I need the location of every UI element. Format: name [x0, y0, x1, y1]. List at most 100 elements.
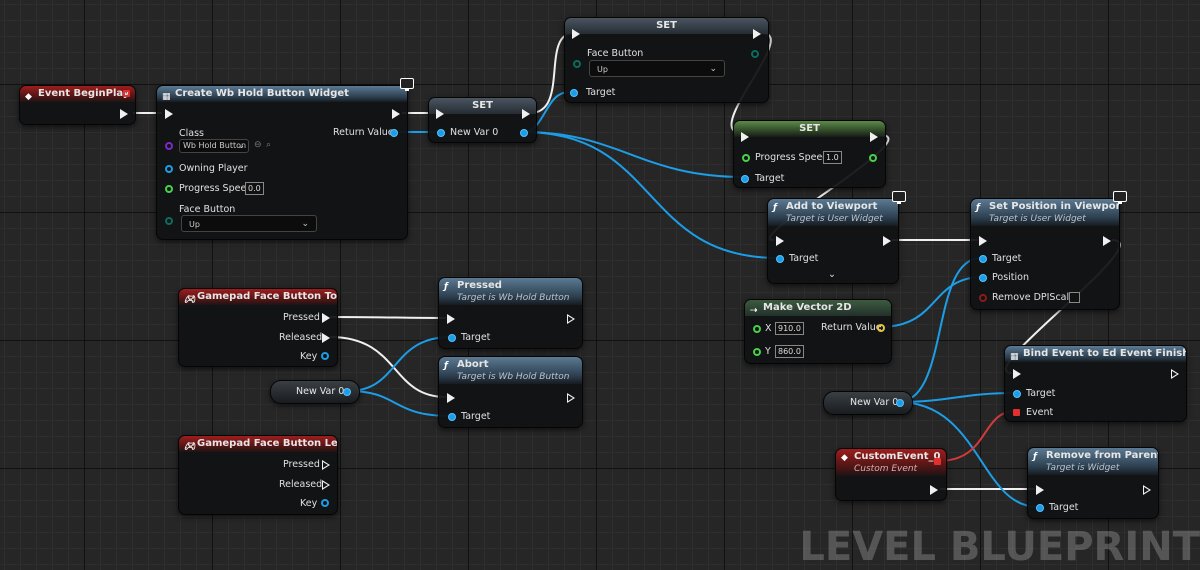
exec-out-pin[interactable] — [930, 485, 938, 495]
new-var-in-pin[interactable] — [437, 129, 445, 137]
key-pin[interactable] — [321, 352, 329, 360]
new-var-out-pin[interactable] — [520, 129, 528, 137]
browse-icon[interactable]: ⊖ — [254, 140, 262, 150]
target-label: Target — [1026, 388, 1056, 399]
set-variable-node[interactable]: SET New Var 0 — [428, 97, 537, 143]
event-beginplay-node[interactable]: ◆ Event BeginPlay — [19, 85, 136, 125]
custom-event-node[interactable]: ◆ CustomEvent_0 Custom Event — [835, 448, 947, 501]
exec-in-pin[interactable] — [447, 393, 455, 403]
y-pin[interactable] — [753, 348, 761, 356]
chevron-down-icon: ⌄ — [237, 141, 245, 151]
pressed-exec-pin[interactable] — [322, 460, 330, 470]
gamepad-face-button-left-node[interactable]: 🎮︎ Gamepad Face Button Left Pressed Relea… — [178, 435, 338, 515]
add-to-viewport-node[interactable]: ƒ Add to Viewport Target is User Widget Ta… — [767, 198, 899, 284]
expand-arrow-icon[interactable]: ⌄ — [828, 269, 836, 281]
exec-in-pin[interactable] — [1036, 485, 1044, 495]
node-header: SET — [565, 18, 768, 34]
face-button-in-pin[interactable] — [573, 60, 581, 68]
return-value-pin[interactable] — [877, 324, 885, 332]
progress-speed-out-pin[interactable] — [869, 154, 877, 162]
exec-out-pin[interactable] — [567, 314, 575, 324]
function-icon: ƒ — [444, 361, 448, 371]
target-pin[interactable] — [1013, 390, 1021, 398]
exec-out-pin[interactable] — [392, 109, 400, 119]
exec-out-pin[interactable] — [522, 109, 530, 119]
remove-dpi-pin[interactable] — [979, 294, 987, 302]
pressed-exec-pin[interactable] — [322, 313, 330, 323]
remove-from-parent-node[interactable]: ƒ Remove from Parent Target is Widget Targ… — [1027, 447, 1159, 519]
released-exec-pin[interactable] — [322, 333, 330, 343]
target-pin[interactable] — [448, 413, 456, 421]
bind-event-node[interactable]: ▦ Bind Event to Ed Event Finished Target … — [1004, 345, 1187, 422]
remove-dpi-checkbox[interactable] — [1069, 292, 1080, 303]
owning-player-pin[interactable] — [165, 165, 173, 173]
node-title: Gamepad Face Button Left — [197, 438, 337, 449]
target-pin[interactable] — [979, 255, 987, 263]
exec-out-pin[interactable] — [120, 109, 128, 119]
target-pin[interactable] — [570, 89, 578, 97]
delegate-pin[interactable] — [934, 458, 941, 465]
exec-out-pin[interactable] — [1171, 369, 1179, 379]
set-progress-speed-node[interactable]: SET Progress Speed 1.0 Target — [733, 120, 886, 188]
target-pin[interactable] — [776, 255, 784, 263]
make-vector-2d-node[interactable]: ⇢ Make Vector 2D X 910.0 Return Value Y 8… — [744, 299, 892, 364]
progress-speed-pin[interactable] — [165, 185, 173, 193]
set-face-button-node[interactable]: SET Face Button Up ⌄ Target — [564, 17, 769, 103]
exec-out-pin[interactable] — [1143, 485, 1151, 495]
y-field[interactable]: 860.0 — [775, 345, 804, 358]
exec-in-pin[interactable] — [1013, 369, 1021, 379]
return-value-pin[interactable] — [390, 129, 398, 137]
chevron-down-icon: ⌄ — [301, 219, 309, 229]
x-field[interactable]: 910.0 — [775, 322, 804, 335]
delegate-pin[interactable] — [123, 90, 130, 97]
abort-function-node[interactable]: ƒ Abort Target is Wb Hold Button Target — [438, 356, 583, 428]
object-wire — [897, 257, 982, 403]
progress-speed-field[interactable]: 1.0 — [823, 151, 842, 164]
exec-in-pin[interactable] — [447, 314, 455, 324]
variable-out-pin[interactable] — [343, 388, 351, 396]
face-button-dropdown[interactable]: Up ⌄ — [181, 215, 317, 232]
exec-in-pin[interactable] — [979, 236, 987, 246]
variable-out-pin[interactable] — [896, 399, 904, 407]
face-button-dropdown[interactable]: Up ⌄ — [589, 60, 725, 77]
exec-out-pin[interactable] — [753, 29, 761, 39]
released-label: Released — [279, 332, 323, 343]
node-subtitle: Target is User Widget — [786, 214, 883, 224]
node-title: Pressed — [457, 280, 502, 291]
vector-icon: ⇢ — [750, 306, 758, 316]
node-title: SET — [656, 20, 677, 31]
face-button-out-pin[interactable] — [751, 50, 759, 58]
x-pin[interactable] — [753, 325, 761, 333]
exec-in-pin[interactable] — [165, 109, 173, 119]
gamepad-face-button-top-node[interactable]: 🎮︎ Gamepad Face Button Top Pressed Releas… — [178, 288, 338, 367]
exec-out-pin[interactable] — [870, 132, 878, 142]
exec-out-pin[interactable] — [1103, 236, 1111, 246]
face-button-pin[interactable] — [165, 217, 173, 225]
progress-speed-field[interactable]: 0.0 — [245, 182, 264, 195]
target-pin[interactable] — [1036, 504, 1044, 512]
class-dropdown[interactable]: Wb Hold Button ⌄ — [179, 139, 249, 153]
node-header: SET — [429, 98, 536, 114]
new-var-getter[interactable]: New Var 0 — [270, 380, 360, 404]
node-subtitle: Custom Event — [854, 464, 918, 474]
exec-in-pin[interactable] — [741, 132, 749, 142]
node-header: ƒ Remove from Parent Target is Widget — [1028, 448, 1158, 475]
position-pin[interactable] — [979, 274, 987, 282]
exec-in-pin[interactable] — [572, 29, 580, 39]
pressed-function-node[interactable]: ƒ Pressed Target is Wb Hold Button Target — [438, 277, 583, 349]
exec-in-pin[interactable] — [776, 236, 784, 246]
create-widget-node[interactable]: ▦ Create Wb Hold Button Widget Class Wb H… — [156, 85, 408, 240]
target-pin[interactable] — [448, 334, 456, 342]
new-var-getter[interactable]: New Var 0 — [823, 391, 913, 415]
exec-out-pin[interactable] — [567, 393, 575, 403]
set-position-in-viewport-node[interactable]: ƒ Set Position in Viewport Target is User … — [970, 198, 1120, 310]
target-pin[interactable] — [741, 175, 749, 183]
exec-out-pin[interactable] — [883, 236, 891, 246]
search-icon[interactable]: ⌕ — [266, 140, 271, 150]
exec-in-pin[interactable] — [436, 109, 444, 119]
class-pin[interactable] — [165, 142, 173, 150]
progress-speed-in-pin[interactable] — [742, 154, 750, 162]
released-exec-pin[interactable] — [322, 480, 330, 490]
key-pin[interactable] — [321, 499, 329, 507]
event-pin[interactable] — [1013, 409, 1020, 416]
